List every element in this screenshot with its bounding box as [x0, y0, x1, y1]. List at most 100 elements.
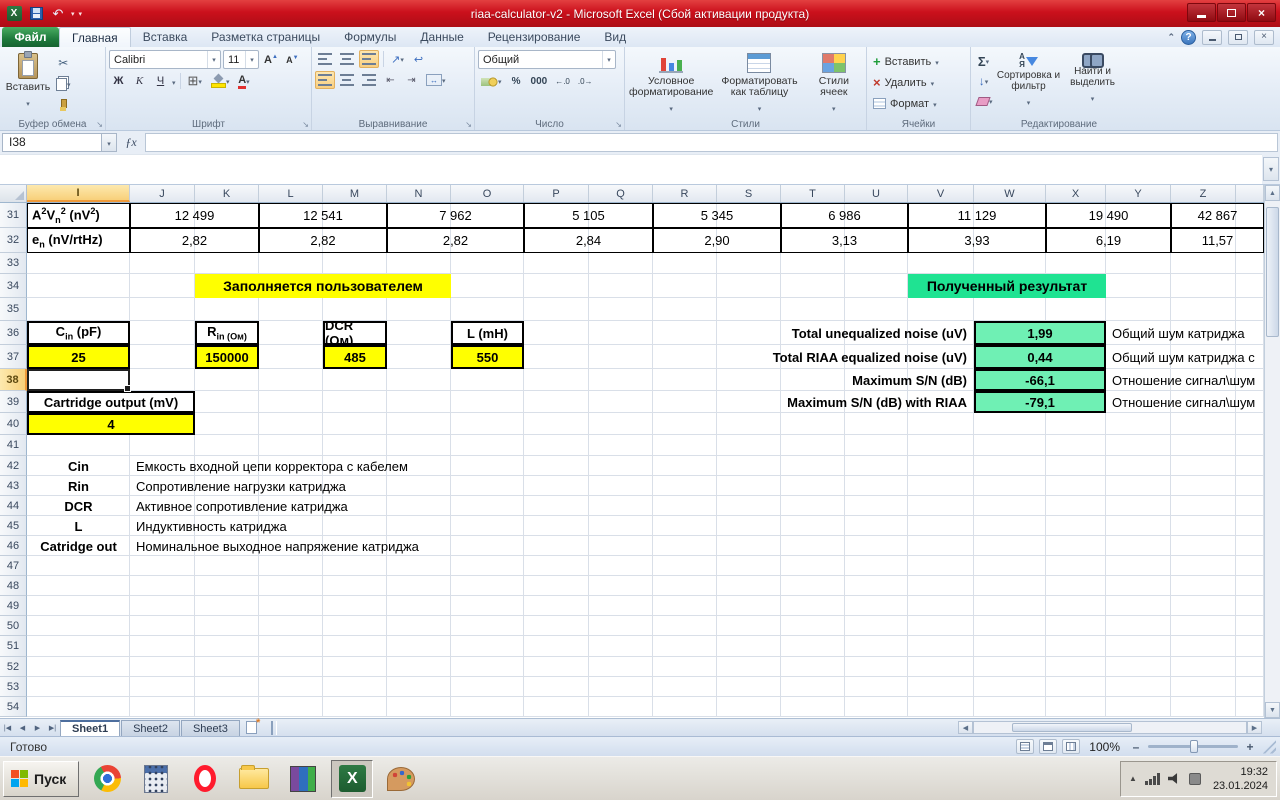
scroll-left-icon[interactable]: [958, 721, 973, 734]
merge-center-button[interactable]: [423, 71, 449, 89]
column-header-L[interactable]: L: [259, 185, 323, 202]
maximize-button[interactable]: [1217, 3, 1246, 22]
row-header-45[interactable]: 45: [0, 516, 27, 536]
column-header-K[interactable]: K: [195, 185, 259, 202]
tab-file[interactable]: Файл: [2, 27, 59, 47]
normal-view-button[interactable]: [1016, 739, 1035, 754]
noise-en-value-1[interactable]: 2,82: [259, 228, 387, 253]
increase-indent-button[interactable]: [402, 71, 421, 89]
previous-sheet-icon[interactable]: [15, 720, 30, 735]
row-header-41[interactable]: 41: [0, 435, 27, 456]
borders-button[interactable]: [185, 72, 205, 90]
column-header-J[interactable]: J: [130, 185, 195, 202]
cartridge-output-value[interactable]: 4: [27, 413, 195, 435]
row-header-51[interactable]: 51: [0, 636, 27, 657]
row-header-32[interactable]: 32: [0, 228, 27, 253]
workbook-close-button[interactable]: [1254, 29, 1274, 45]
column-header-U[interactable]: U: [845, 185, 908, 202]
clear-button[interactable]: [974, 92, 996, 110]
wrap-text-button[interactable]: [409, 50, 428, 68]
help-icon[interactable]: ?: [1181, 29, 1196, 45]
row-header-35[interactable]: 35: [0, 298, 27, 321]
start-button[interactable]: Пуск: [3, 760, 80, 797]
input-value-0[interactable]: 25: [27, 345, 130, 369]
noise-en-value-2[interactable]: 2,82: [387, 228, 524, 253]
vertical-scroll-thumb[interactable]: [1266, 207, 1279, 337]
taskbar-folder-button[interactable]: [233, 760, 275, 798]
column-header-M[interactable]: M: [323, 185, 387, 202]
volume-icon[interactable]: [1167, 773, 1178, 784]
noise-a2vn2-value-8[interactable]: 42 867: [1171, 203, 1264, 228]
decrease-decimal-button[interactable]: [575, 72, 596, 90]
noise-en-value-0[interactable]: 2,82: [130, 228, 259, 253]
underline-button[interactable]: Ч: [151, 72, 170, 90]
scroll-right-icon[interactable]: [1247, 721, 1262, 734]
scroll-down-icon[interactable]: [1265, 702, 1280, 718]
noise-en-value-4[interactable]: 2,90: [653, 228, 781, 253]
number-dialog-launcher-icon[interactable]: [615, 120, 622, 129]
column-header-Z[interactable]: Z: [1171, 185, 1236, 202]
noise-a2vn2-value-7[interactable]: 19 490: [1046, 203, 1171, 228]
tab-formulas[interactable]: Формулы: [332, 27, 408, 47]
column-header-R[interactable]: R: [653, 185, 717, 202]
formula-input[interactable]: [145, 132, 1278, 152]
undo-button[interactable]: [49, 5, 67, 23]
horizontal-scroll-thumb[interactable]: [1012, 723, 1132, 732]
tab-splitter-handle[interactable]: [270, 720, 277, 735]
column-header-W[interactable]: W: [974, 185, 1046, 202]
noise-en-value-3[interactable]: 2,84: [524, 228, 653, 253]
conditional-formatting-button[interactable]: Условное форматирование: [629, 50, 713, 116]
tray-device-icon[interactable]: [1188, 772, 1201, 785]
noise-a2vn2-value-0[interactable]: 12 499: [130, 203, 259, 228]
row-header-54[interactable]: 54: [0, 697, 27, 717]
zoom-level[interactable]: 100%: [1089, 740, 1120, 754]
row-header-44[interactable]: 44: [0, 496, 27, 516]
fill-button[interactable]: [974, 72, 993, 90]
sheet-tab-sheet2[interactable]: Sheet2: [121, 719, 180, 737]
bold-button[interactable]: Ж: [109, 72, 128, 90]
font-color-button[interactable]: А: [234, 72, 253, 90]
next-sheet-icon[interactable]: [30, 720, 45, 735]
sheet-tab-sheet3[interactable]: Sheet3: [180, 719, 240, 737]
taskbar-chrome-button[interactable]: [86, 760, 128, 798]
shrink-font-button[interactable]: А: [283, 51, 302, 69]
app-icon[interactable]: [5, 5, 23, 23]
column-header-X[interactable]: X: [1046, 185, 1106, 202]
row-header-50[interactable]: 50: [0, 616, 27, 636]
row-header-47[interactable]: 47: [0, 556, 27, 576]
zoom-in-icon[interactable]: [1243, 740, 1257, 754]
noise-en-value-7[interactable]: 6,19: [1046, 228, 1171, 253]
column-header-V[interactable]: V: [908, 185, 974, 202]
find-select-button[interactable]: Найти и выделить: [1062, 50, 1124, 116]
tab-home[interactable]: Главная: [59, 27, 131, 47]
zoom-slider-thumb[interactable]: [1190, 740, 1198, 753]
percent-style-button[interactable]: %: [507, 72, 526, 90]
network-icon[interactable]: [1144, 772, 1160, 785]
copy-button[interactable]: [53, 75, 74, 93]
taskbar-excel-button[interactable]: [331, 759, 374, 798]
autosum-button[interactable]: Σ: [974, 52, 993, 70]
column-header-T[interactable]: T: [781, 185, 845, 202]
result-value-3[interactable]: -79,1: [974, 391, 1106, 413]
insert-function-button[interactable]: ƒx: [117, 135, 145, 150]
italic-button[interactable]: К: [130, 72, 149, 90]
taskbar-opera-button[interactable]: [184, 760, 226, 798]
number-format-select[interactable]: Общий: [478, 50, 616, 69]
clipboard-dialog-launcher-icon[interactable]: [96, 120, 103, 129]
font-dialog-launcher-icon[interactable]: [302, 120, 309, 129]
decrease-indent-button[interactable]: [381, 71, 400, 89]
delete-cells-button[interactable]: Удалить: [870, 73, 937, 92]
grow-font-button[interactable]: А: [261, 51, 281, 69]
accounting-format-button[interactable]: [478, 72, 505, 90]
taskbar-paint-button[interactable]: [380, 760, 422, 798]
row-header-42[interactable]: 42: [0, 456, 27, 476]
row-header-37[interactable]: 37: [0, 345, 27, 369]
row-header-33[interactable]: 33: [0, 253, 27, 274]
column-header-P[interactable]: P: [524, 185, 589, 202]
column-header-partial[interactable]: [1236, 185, 1264, 202]
noise-a2vn2-value-4[interactable]: 5 345: [653, 203, 781, 228]
minimize-ribbon-icon[interactable]: [1167, 32, 1175, 43]
vertical-scrollbar[interactable]: [1264, 185, 1280, 718]
name-box-dropdown-icon[interactable]: [102, 132, 117, 152]
row-header-34[interactable]: 34: [0, 274, 27, 298]
